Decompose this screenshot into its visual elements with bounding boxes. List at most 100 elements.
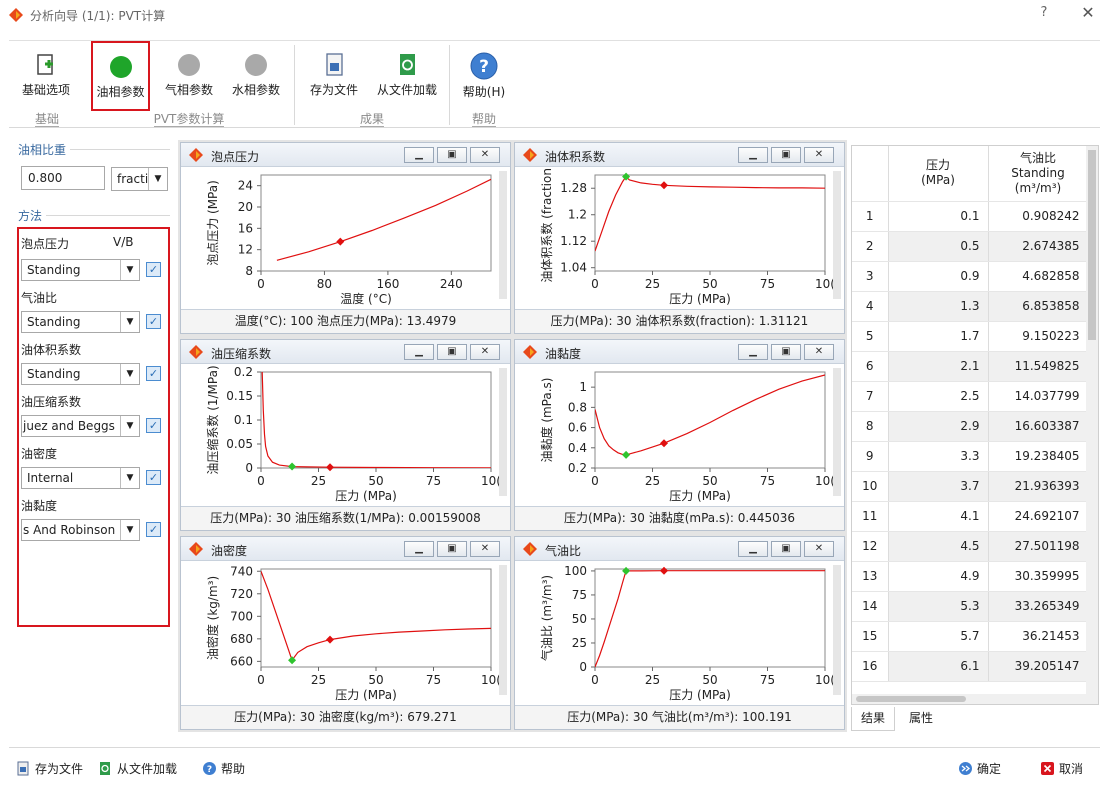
oil-viscosity-vb-checkbox[interactable]: ✓: [146, 522, 161, 537]
panel-header[interactable]: 泡点压力 ▁ ▣ ✕: [181, 143, 510, 167]
gor-cell[interactable]: 0.908242: [988, 201, 1089, 232]
panel-scrollbar[interactable]: [499, 565, 507, 695]
close-panel-button[interactable]: ✕: [470, 344, 500, 360]
basic-options-button[interactable]: 基础选项: [15, 47, 77, 107]
oil-fvf-method-select[interactable]: Standing ▼: [21, 363, 140, 385]
close-panel-button[interactable]: ✕: [804, 541, 834, 557]
pressure-cell[interactable]: 5.7: [888, 621, 989, 652]
water-params-button[interactable]: 水相参数: [225, 47, 287, 107]
pressure-cell[interactable]: 4.1: [888, 501, 989, 532]
oil-fvf-vb-checkbox[interactable]: ✓: [146, 366, 161, 381]
panel-header[interactable]: 油体积系数 ▁ ▣ ✕: [515, 143, 844, 167]
gor-standing-header[interactable]: 气油比 Standing (m³/m³): [988, 146, 1089, 202]
panel-scrollbar[interactable]: [833, 565, 841, 695]
minimize-button[interactable]: ▁: [738, 344, 768, 360]
bottom-load-file-button[interactable]: 从文件加载: [98, 760, 177, 780]
gas-params-button[interactable]: 气相参数: [159, 47, 219, 107]
table-horizontal-scrollbar[interactable]: [852, 694, 1088, 704]
table-row[interactable]: 12 4.5 27.501198: [852, 531, 1089, 562]
gor-cell[interactable]: 6.853858: [988, 291, 1089, 322]
table-vertical-scrollbar[interactable]: [1086, 146, 1098, 704]
minimize-button[interactable]: ▁: [738, 541, 768, 557]
close-window-button[interactable]: ✕: [1080, 3, 1096, 22]
oil-compressibility-vb-checkbox[interactable]: ✓: [146, 418, 161, 433]
pressure-cell[interactable]: 2.9: [888, 411, 989, 442]
help-question-button[interactable]: ?: [1036, 5, 1052, 20]
table-row[interactable]: 15 5.7 36.21453: [852, 621, 1089, 652]
gor-cell[interactable]: 16.603387: [988, 411, 1089, 442]
panel-scrollbar[interactable]: [499, 368, 507, 496]
close-panel-button[interactable]: ✕: [470, 541, 500, 557]
ok-button[interactable]: 确定: [958, 760, 1001, 780]
gor-cell[interactable]: 9.150223: [988, 321, 1089, 352]
gor-method-select[interactable]: Standing ▼: [21, 311, 140, 333]
gor-cell[interactable]: 21.936393: [988, 471, 1089, 502]
table-row[interactable]: 1 0.1 0.908242: [852, 201, 1089, 232]
table-row[interactable]: 10 3.7 21.936393: [852, 471, 1089, 502]
table-row[interactable]: 5 1.7 9.150223: [852, 321, 1089, 352]
table-row[interactable]: 4 1.3 6.853858: [852, 291, 1089, 322]
pressure-cell[interactable]: 3.3: [888, 441, 989, 472]
table-row[interactable]: 6 2.1 11.549825: [852, 351, 1089, 382]
gor-cell[interactable]: 11.549825: [988, 351, 1089, 382]
minimize-button[interactable]: ▁: [738, 147, 768, 163]
panel-header[interactable]: 油黏度 ▁ ▣ ✕: [515, 340, 844, 364]
gor-cell[interactable]: 24.692107: [988, 501, 1089, 532]
table-row[interactable]: 16 6.1 39.205147: [852, 651, 1089, 682]
oil-viscosity-method-select[interactable]: s And Robinson ▼: [21, 519, 140, 541]
pressure-cell[interactable]: 2.1: [888, 351, 989, 382]
minimize-button[interactable]: ▁: [404, 344, 434, 360]
bubble-point-method-select[interactable]: Standing ▼: [21, 259, 140, 281]
panel-header[interactable]: 气油比 ▁ ▣ ✕: [515, 537, 844, 561]
bottom-help-button[interactable]: ? 帮助: [202, 760, 245, 780]
oil-density-vb-checkbox[interactable]: ✓: [146, 470, 161, 485]
oil-compressibility-method-select[interactable]: juez and Beggs ▼: [21, 415, 140, 437]
oil-params-button[interactable]: 油相参数: [91, 41, 150, 111]
close-panel-button[interactable]: ✕: [804, 344, 834, 360]
pressure-cell[interactable]: 3.7: [888, 471, 989, 502]
pressure-cell[interactable]: 1.3: [888, 291, 989, 322]
gor-vb-checkbox[interactable]: ✓: [146, 314, 161, 329]
gor-cell[interactable]: 33.265349: [988, 591, 1089, 622]
table-row[interactable]: 9 3.3 19.238405: [852, 441, 1089, 472]
maximize-button[interactable]: ▣: [437, 147, 467, 163]
oil-density-method-select[interactable]: Internal ▼: [21, 467, 140, 489]
table-row[interactable]: 3 0.9 4.682858: [852, 261, 1089, 292]
gor-cell[interactable]: 2.674385: [988, 231, 1089, 262]
help-button[interactable]: ? 帮助(H): [457, 47, 511, 107]
pressure-cell[interactable]: 1.7: [888, 321, 989, 352]
pressure-cell[interactable]: 4.9: [888, 561, 989, 592]
pressure-cell[interactable]: 2.5: [888, 381, 989, 412]
gor-cell[interactable]: 27.501198: [988, 531, 1089, 562]
gor-cell[interactable]: 4.682858: [988, 261, 1089, 292]
pressure-cell[interactable]: 0.1: [888, 201, 989, 232]
oil-gravity-input[interactable]: 0.800: [21, 166, 105, 190]
maximize-button[interactable]: ▣: [437, 541, 467, 557]
gor-cell[interactable]: 14.037799: [988, 381, 1089, 412]
bubble-point-vb-checkbox[interactable]: ✓: [146, 262, 161, 277]
pressure-header[interactable]: 压力 (MPa): [888, 146, 989, 202]
pressure-cell[interactable]: 4.5: [888, 531, 989, 562]
pressure-cell[interactable]: 5.3: [888, 591, 989, 622]
table-row[interactable]: 14 5.3 33.265349: [852, 591, 1089, 622]
panel-header[interactable]: 油密度 ▁ ▣ ✕: [181, 537, 510, 561]
panel-header[interactable]: 油压缩系数 ▁ ▣ ✕: [181, 340, 510, 364]
table-row[interactable]: 11 4.1 24.692107: [852, 501, 1089, 532]
gor-cell[interactable]: 39.205147: [988, 651, 1089, 682]
maximize-button[interactable]: ▣: [437, 344, 467, 360]
minimize-button[interactable]: ▁: [404, 541, 434, 557]
panel-scrollbar[interactable]: [499, 171, 507, 299]
panel-scrollbar[interactable]: [833, 368, 841, 496]
maximize-button[interactable]: ▣: [771, 344, 801, 360]
load-file-button[interactable]: 从文件加载: [371, 47, 443, 107]
gor-cell[interactable]: 30.359995: [988, 561, 1089, 592]
table-row[interactable]: 7 2.5 14.037799: [852, 381, 1089, 412]
gor-cell[interactable]: 36.21453: [988, 621, 1089, 652]
table-row[interactable]: 8 2.9 16.603387: [852, 411, 1089, 442]
gor-cell[interactable]: 19.238405: [988, 441, 1089, 472]
maximize-button[interactable]: ▣: [771, 541, 801, 557]
close-panel-button[interactable]: ✕: [470, 147, 500, 163]
tab-results[interactable]: 结果: [851, 707, 895, 731]
minimize-button[interactable]: ▁: [404, 147, 434, 163]
table-row[interactable]: 13 4.9 30.359995: [852, 561, 1089, 592]
